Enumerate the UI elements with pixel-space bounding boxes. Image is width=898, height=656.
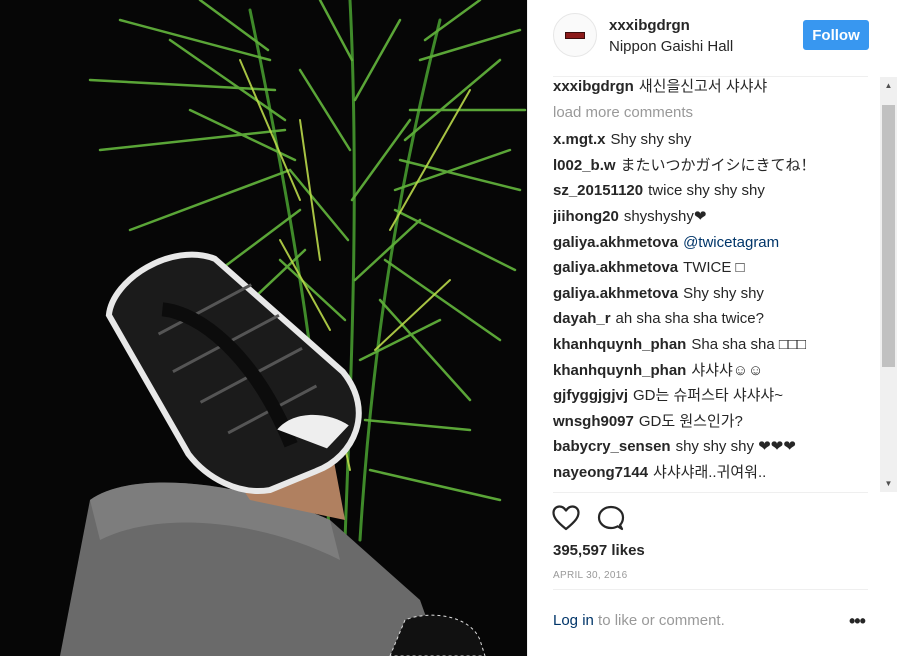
comment-username[interactable]: x.mgt.x xyxy=(553,131,606,148)
avatar[interactable] xyxy=(553,13,597,57)
comment-item: galiya.akhmetova @twicetagram xyxy=(553,233,880,253)
comment-username[interactable]: khanhquynh_phan xyxy=(553,336,686,353)
comment-item: khanhquynh_phan Sha sha sha □□□ xyxy=(553,335,880,355)
comment-text: twice shy shy shy xyxy=(648,182,765,199)
avatar-image xyxy=(565,31,585,39)
post-photo xyxy=(0,0,527,656)
comment-username[interactable]: gjfyggjgjvj xyxy=(553,387,628,404)
comment-username[interactable]: babycry_sensen xyxy=(553,438,671,455)
comment-item: x.mgt.x Shy shy shy xyxy=(553,130,880,150)
login-prompt-text: to like or comment. xyxy=(593,612,725,629)
comment-username[interactable]: galiya.akhmetova xyxy=(553,234,678,251)
comment-item: nayeong7144 샤샤샤래..귀여워.. xyxy=(553,463,880,483)
comment-text: Shy shy shy xyxy=(610,131,692,148)
comment-item: l002_b.w またいつかガイシにきてね！ xyxy=(553,156,880,176)
comment-item: sz_20151120 twice shy shy shy xyxy=(553,181,880,201)
comment-icon[interactable] xyxy=(597,505,625,531)
comment-item: babycry_sensen shy shy shy ❤❤❤ xyxy=(553,437,880,457)
likes-count[interactable]: 395,597 likes xyxy=(553,542,645,559)
comment-item: dayah_r ah sha sha sha twice? xyxy=(553,309,880,329)
load-more-comments[interactable]: load more comments xyxy=(553,104,693,121)
post-date: APRIL 30, 2016 xyxy=(553,570,628,581)
comment-username[interactable]: dayah_r xyxy=(553,310,611,327)
caption-username[interactable]: xxxibgdrgn xyxy=(553,78,634,95)
comment-text: GD는 슈퍼스타 샤샤샤~ xyxy=(633,387,783,404)
scroll-up-arrow-icon[interactable]: ▲ xyxy=(880,77,897,94)
more-options-icon[interactable]: ••• xyxy=(849,612,866,630)
comment-text: またいつかガイシにきてね！ xyxy=(620,157,816,174)
comment-item: jiihong20 shyshyshy❤ xyxy=(553,207,880,227)
comment-text: TWICE □ xyxy=(683,259,745,276)
comment-username[interactable]: wnsgh9097 xyxy=(553,413,634,430)
post-header: xxxibgdrgn Nippon Gaishi Hall Follow xyxy=(528,0,898,77)
comment-username[interactable]: sz_20151120 xyxy=(553,182,643,199)
divider xyxy=(553,589,868,590)
scrollbar-thumb[interactable] xyxy=(882,105,895,367)
comment-text: Sha sha sha □□□ xyxy=(691,336,807,353)
divider xyxy=(553,492,868,493)
comment-text: Shy shy shy xyxy=(683,285,764,302)
login-prompt: Log in to like or comment. xyxy=(553,612,725,629)
comment-username[interactable]: l002_b.w xyxy=(553,157,616,174)
comments-scrollbar[interactable]: ▲ ▼ xyxy=(880,77,897,492)
comment-item: galiya.akhmetova Shy shy shy xyxy=(553,284,880,304)
comment-text: 샤샤샤래..귀여워.. xyxy=(653,464,767,481)
caption: xxxibgdrgn 새신을신고서 샤샤샤 xyxy=(553,77,880,97)
comment-username[interactable]: galiya.akhmetova xyxy=(553,259,678,276)
post-location[interactable]: Nippon Gaishi Hall xyxy=(609,38,733,55)
comment-text: ah sha sha sha twice? xyxy=(615,310,764,327)
comment-mention-link[interactable]: @twicetagram xyxy=(683,234,779,251)
comment-item: khanhquynh_phan 샤샤샤☺☺ xyxy=(553,361,880,381)
heart-icon[interactable] xyxy=(552,505,580,531)
comment-item: galiya.akhmetova TWICE □ xyxy=(553,258,880,278)
comment-text: shy shy shy ❤❤❤ xyxy=(675,438,796,455)
caption-text: 새신을신고서 샤샤샤 xyxy=(638,78,768,95)
login-link[interactable]: Log in xyxy=(553,612,594,629)
comment-item: gjfyggjgjvj GD는 슈퍼스타 샤샤샤~ xyxy=(553,386,880,406)
comment-text: shyshyshy❤ xyxy=(623,208,707,225)
follow-button[interactable]: Follow xyxy=(803,20,869,50)
comments-list[interactable]: xxxibgdrgn 새신을신고서 샤샤샤 load more comments … xyxy=(528,77,880,492)
comment-username[interactable]: nayeong7144 xyxy=(553,464,648,481)
scroll-down-arrow-icon[interactable]: ▼ xyxy=(880,475,897,492)
shoe-and-plant-photo xyxy=(0,0,527,656)
comment-text: GD도 원스인가? xyxy=(638,413,743,430)
post-panel: xxxibgdrgn Nippon Gaishi Hall Follow xxx… xyxy=(527,0,898,656)
post-username[interactable]: xxxibgdrgn xyxy=(609,17,690,34)
comment-username[interactable]: galiya.akhmetova xyxy=(553,285,678,302)
comment-item: wnsgh9097 GD도 원스인가? xyxy=(553,412,880,432)
comment-username[interactable]: jiihong20 xyxy=(553,208,619,225)
comment-text: 샤샤샤☺☺ xyxy=(691,362,764,379)
comment-username[interactable]: khanhquynh_phan xyxy=(553,362,686,379)
